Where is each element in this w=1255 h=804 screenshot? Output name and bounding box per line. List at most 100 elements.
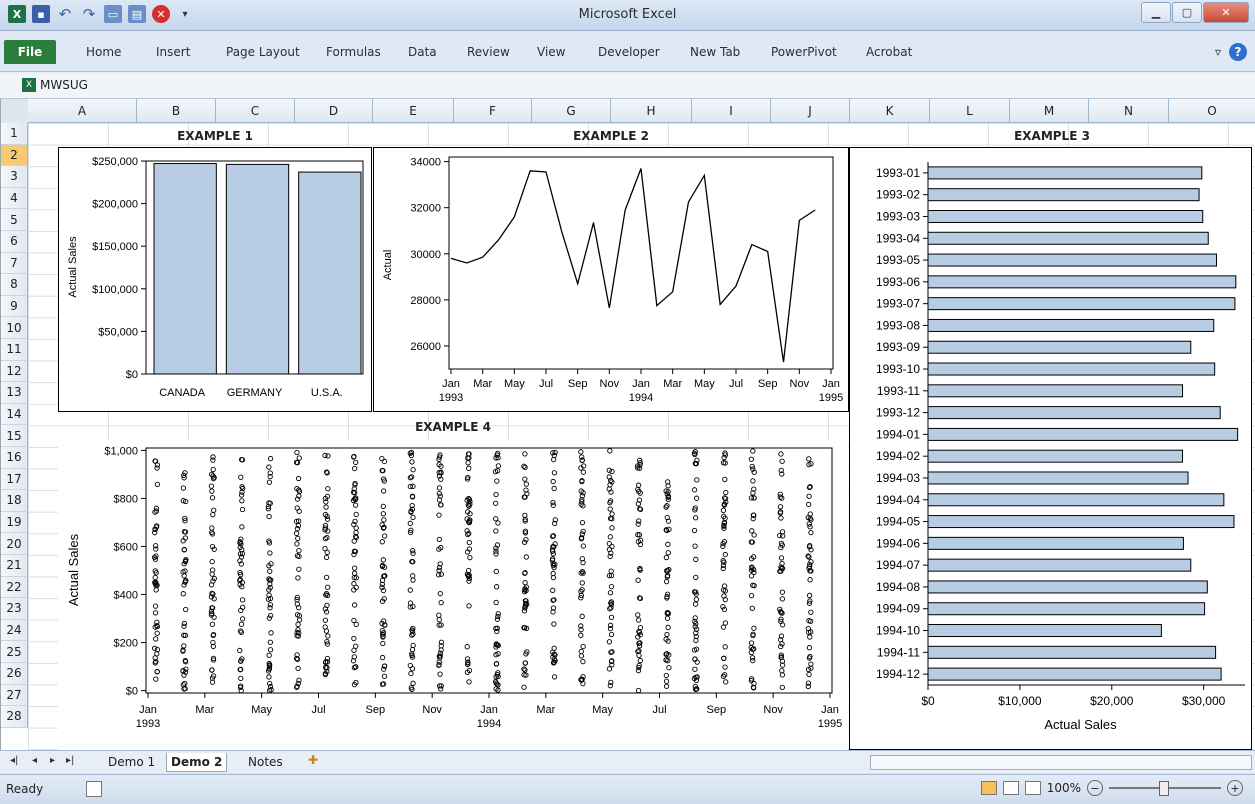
chart-4-point [380, 655, 384, 659]
row-header-27[interactable]: 27 [1, 685, 28, 707]
normal-view-icon[interactable] [981, 781, 997, 795]
chart-3-bar [928, 646, 1216, 658]
column-header-o[interactable]: O [1169, 99, 1255, 123]
tab-file[interactable]: File [4, 40, 56, 64]
row-header-14[interactable]: 14 [1, 404, 28, 426]
page-layout-view-icon[interactable] [1003, 781, 1019, 795]
tab-view[interactable]: View [537, 45, 565, 59]
close-button[interactable]: ✕ [1203, 2, 1249, 23]
chart-4-point [693, 516, 697, 520]
chart-4-point [751, 479, 755, 483]
column-header-k[interactable]: K [850, 99, 930, 123]
column-header-f[interactable]: F [454, 99, 532, 123]
help-icon[interactable]: ? [1229, 43, 1247, 61]
chart-3-category-label: 1993-04 [876, 231, 920, 245]
chart-4-ytick-label: $400 [114, 590, 138, 602]
column-header-n[interactable]: N [1089, 99, 1169, 123]
zoom-slider[interactable] [1109, 787, 1221, 789]
zoom-in-button[interactable]: + [1227, 780, 1243, 796]
tab-acrobat[interactable]: Acrobat [866, 45, 912, 59]
row-header-18[interactable]: 18 [1, 490, 28, 512]
row-header-22[interactable]: 22 [1, 577, 28, 599]
sheet-tab-demo-2[interactable]: Demo 2 [166, 753, 227, 772]
column-header-e[interactable]: E [373, 99, 454, 123]
row-header-8[interactable]: 8 [1, 274, 28, 296]
chart-1-category-label: U.S.A. [311, 387, 343, 399]
tab-new-tab[interactable]: New Tab [690, 45, 740, 59]
column-header-d[interactable]: D [295, 99, 373, 123]
chart-4-point [808, 635, 812, 639]
column-header-j[interactable]: J [771, 99, 850, 123]
row-header-12[interactable]: 12 [1, 361, 28, 383]
chart-4-point [581, 544, 585, 548]
column-header-c[interactable]: C [216, 99, 295, 123]
row-header-17[interactable]: 17 [1, 469, 28, 491]
column-header-m[interactable]: M [1010, 99, 1089, 123]
row-header-11[interactable]: 11 [1, 339, 28, 361]
collapse-ribbon-icon[interactable]: ▿ [1215, 45, 1221, 59]
next-sheet-icon[interactable]: ▸ [50, 755, 55, 766]
select-all-corner[interactable] [1, 99, 29, 124]
chart-example-1[interactable]: $0$50,000$100,000$150,000$200,000$250,00… [58, 147, 372, 412]
chart-3-bar [928, 407, 1220, 419]
sheet-tab-demo-1[interactable]: Demo 1 [104, 753, 159, 771]
row-header-21[interactable]: 21 [1, 555, 28, 577]
row-header-20[interactable]: 20 [1, 533, 28, 555]
tab-powerpivot[interactable]: PowerPivot [771, 45, 837, 59]
column-header-b[interactable]: B [137, 99, 216, 123]
maximize-button[interactable]: ▢ [1172, 2, 1202, 23]
row-header-10[interactable]: 10 [1, 317, 28, 339]
row-header-13[interactable]: 13 [1, 382, 28, 404]
tab-page-layout[interactable]: Page Layout [226, 45, 300, 59]
chart-4-point [750, 529, 754, 533]
chart-2-ytick-label: 26000 [410, 341, 441, 353]
chart-4-point [496, 521, 500, 525]
insert-sheet-icon[interactable]: ✚ [308, 753, 318, 767]
row-header-6[interactable]: 6 [1, 231, 28, 253]
row-header-28[interactable]: 28 [1, 706, 28, 728]
row-header-9[interactable]: 9 [1, 296, 28, 318]
chart-4-point [723, 477, 727, 481]
row-header-15[interactable]: 15 [1, 425, 28, 447]
sheet-tab-notes[interactable]: Notes [244, 753, 287, 771]
column-header-a[interactable]: A [28, 99, 137, 123]
row-header-23[interactable]: 23 [1, 598, 28, 620]
row-header-3[interactable]: 3 [1, 166, 28, 188]
first-sheet-icon[interactable]: ◂| [10, 755, 18, 766]
row-header-1[interactable]: 1 [1, 123, 28, 145]
zoom-out-button[interactable]: − [1087, 780, 1103, 796]
row-header-16[interactable]: 16 [1, 447, 28, 469]
tab-review[interactable]: Review [467, 45, 510, 59]
row-header-19[interactable]: 19 [1, 512, 28, 534]
chart-4-point [240, 525, 244, 529]
tab-developer[interactable]: Developer [598, 45, 660, 59]
chart-example-2[interactable]: 2600028000300003200034000ActualJanMarMay… [373, 147, 849, 412]
tab-home[interactable]: Home [86, 45, 121, 59]
zoom-slider-thumb[interactable] [1159, 781, 1169, 796]
tab-formulas[interactable]: Formulas [326, 45, 381, 59]
macro-record-icon[interactable] [86, 781, 102, 797]
chart-example-4[interactable]: $0$200$400$600$800$1,000Actual SalesJanM… [58, 440, 848, 750]
tab-insert[interactable]: Insert [156, 45, 190, 59]
column-header-l[interactable]: L [930, 99, 1010, 123]
row-header-4[interactable]: 4 [1, 188, 28, 210]
zoom-level[interactable]: 100% [1047, 781, 1081, 795]
tab-data[interactable]: Data [408, 45, 437, 59]
column-header-i[interactable]: I [692, 99, 771, 123]
minimize-button[interactable]: ▁ [1141, 2, 1171, 23]
chart-4-point [609, 584, 613, 588]
row-header-26[interactable]: 26 [1, 663, 28, 685]
chart-example-3[interactable]: $0$10,000$20,000$30,000Actual Sales1993-… [849, 147, 1252, 750]
last-sheet-icon[interactable]: ▸| [66, 755, 74, 766]
chart-4-point [809, 610, 813, 614]
column-header-h[interactable]: H [611, 99, 692, 123]
column-header-g[interactable]: G [532, 99, 611, 123]
row-header-24[interactable]: 24 [1, 620, 28, 642]
row-header-25[interactable]: 25 [1, 641, 28, 663]
row-header-5[interactable]: 5 [1, 209, 28, 231]
horizontal-scrollbar[interactable] [870, 755, 1252, 770]
row-header-2[interactable]: 2 [1, 145, 28, 167]
page-break-view-icon[interactable] [1025, 781, 1041, 795]
row-header-7[interactable]: 7 [1, 253, 28, 275]
prev-sheet-icon[interactable]: ◂ [32, 755, 37, 766]
